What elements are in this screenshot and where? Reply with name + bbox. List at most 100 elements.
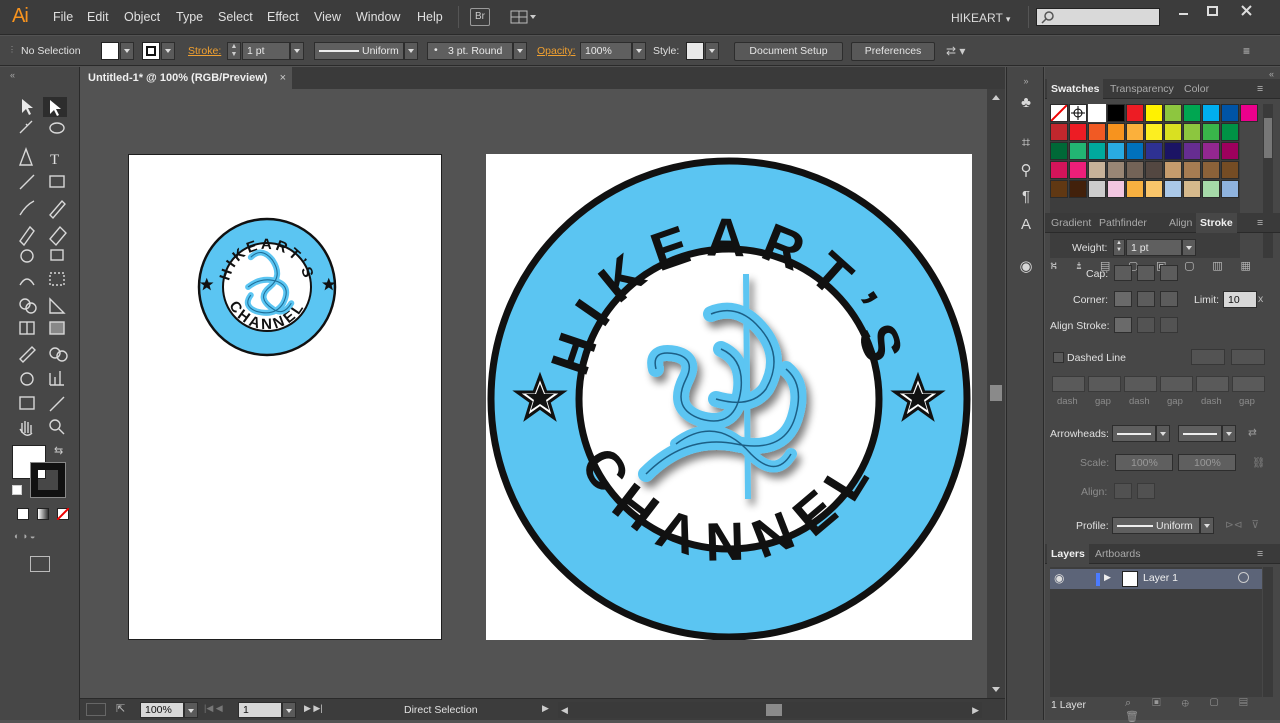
color-swatch[interactable]: [1164, 161, 1182, 179]
symbols-icon[interactable]: ♣: [1016, 93, 1036, 113]
artboard-2[interactable]: HIKEART’S CHANNEL: [486, 154, 972, 641]
share-icon[interactable]: ⇱: [116, 702, 125, 715]
color-swatch[interactable]: [1183, 123, 1201, 141]
dash-input-1[interactable]: [1052, 376, 1085, 392]
transform-icon[interactable]: ⌗: [1016, 133, 1036, 153]
stroke-menu-icon[interactable]: ≡: [1253, 213, 1267, 233]
color-swatch[interactable]: [1050, 123, 1068, 141]
menu-view[interactable]: View: [314, 10, 341, 24]
stroke-color-box[interactable]: [30, 462, 66, 498]
color-swatch[interactable]: [1164, 123, 1182, 141]
color-swatch[interactable]: [1107, 180, 1125, 198]
dash-preserve-button[interactable]: [1191, 349, 1225, 365]
color-swatch[interactable]: [1088, 161, 1106, 179]
swatch-scrollbar[interactable]: [1263, 104, 1273, 258]
color-swatch[interactable]: [1088, 104, 1106, 122]
artboard-dropdown[interactable]: [282, 702, 296, 718]
color-swatch[interactable]: [1050, 180, 1068, 198]
color-swatch[interactable]: [1145, 104, 1163, 122]
panel-menu-icon[interactable]: ≡: [1243, 44, 1250, 58]
character-icon[interactable]: A: [1016, 215, 1036, 235]
fill-dropdown[interactable]: [120, 42, 134, 60]
opacity-input[interactable]: 100%: [580, 42, 632, 60]
gradient-mode-icon[interactable]: [37, 508, 49, 520]
color-swatch[interactable]: [1126, 180, 1144, 198]
tab-stroke[interactable]: Stroke: [1196, 213, 1237, 233]
opacity-dropdown[interactable]: [632, 42, 646, 60]
next-artboard-icon[interactable]: ▶ ▶|: [304, 703, 323, 714]
align-outside-button[interactable]: [1160, 317, 1178, 333]
zoom-dropdown[interactable]: [184, 702, 198, 718]
menu-object[interactable]: Object: [124, 10, 160, 24]
arrange-icon[interactable]: ⇄ ▾: [946, 44, 965, 58]
color-swatch[interactable]: [1183, 104, 1201, 122]
tab-swatches[interactable]: Swatches: [1047, 79, 1104, 99]
end-arrowhead[interactable]: [1178, 425, 1222, 442]
color-swatch[interactable]: [1202, 180, 1220, 198]
color-swatch[interactable]: [1221, 104, 1239, 122]
layers-scrollbar[interactable]: [1263, 567, 1273, 697]
close-tab-icon[interactable]: ×: [280, 67, 286, 89]
opacity-label[interactable]: Opacity:: [537, 45, 576, 57]
start-arrowhead-dropdown[interactable]: [1156, 425, 1170, 442]
color-swatch[interactable]: [1088, 180, 1106, 198]
swatches-menu-icon[interactable]: ≡: [1253, 79, 1267, 99]
swap-fill-stroke-icon[interactable]: ⇆: [54, 444, 63, 457]
color-swatch[interactable]: [1202, 142, 1220, 160]
weight-input[interactable]: 1 pt: [1126, 239, 1182, 256]
color-swatch[interactable]: [1107, 123, 1125, 141]
variable-width-profile[interactable]: Uniform: [314, 42, 404, 60]
default-colors-icon[interactable]: [12, 485, 22, 495]
color-swatch[interactable]: [1107, 142, 1125, 160]
profile-dropdown-panel[interactable]: [1200, 517, 1214, 534]
flip-profile-icons[interactable]: ⊳⊲ ⊽: [1225, 519, 1259, 531]
document-tab[interactable]: Untitled-1* @ 100% (RGB/Preview) ×: [80, 67, 292, 89]
color-swatch[interactable]: [1145, 180, 1163, 198]
document-setup-button[interactable]: Document Setup: [734, 42, 843, 61]
maximize-button[interactable]: [1198, 3, 1228, 19]
swap-arrowheads-icon[interactable]: ⇄: [1248, 427, 1257, 439]
gap-input-3[interactable]: [1232, 376, 1265, 392]
color-swatch[interactable]: [1202, 161, 1220, 179]
gap-input-1[interactable]: [1088, 376, 1121, 392]
search-input[interactable]: [1036, 8, 1160, 26]
arrange-documents-button[interactable]: [510, 9, 538, 25]
stroke-swatch[interactable]: [142, 42, 160, 60]
color-swatch[interactable]: [1126, 104, 1144, 122]
color-swatch[interactable]: [1088, 123, 1106, 141]
graphic-style-swatch[interactable]: [686, 42, 704, 60]
tab-pathfinder[interactable]: Pathfinder: [1095, 213, 1151, 233]
expand-layer-icon[interactable]: ▶: [1104, 572, 1111, 583]
bridge-button[interactable]: Br: [470, 8, 490, 26]
color-swatch[interactable]: [1126, 161, 1144, 179]
color-swatch[interactable]: [1126, 142, 1144, 160]
link-scale-icon[interactable]: ⛓: [1252, 456, 1265, 469]
menu-effect[interactable]: Effect: [267, 10, 299, 24]
color-swatch[interactable]: [1145, 142, 1163, 160]
stroke-weight-stepper[interactable]: ▲ ▼: [227, 42, 241, 60]
color-swatch[interactable]: [1183, 180, 1201, 198]
color-swatch[interactable]: [1202, 104, 1220, 122]
layer-row[interactable]: ◉ ▶ Layer 1: [1050, 569, 1262, 589]
dash-input-2[interactable]: [1124, 376, 1157, 392]
limit-input[interactable]: 10: [1223, 291, 1257, 308]
tab-gradient[interactable]: Gradient: [1047, 213, 1095, 233]
start-arrowhead[interactable]: [1112, 425, 1156, 442]
color-mode-icon[interactable]: [17, 508, 29, 520]
scale-end-input[interactable]: 100%: [1178, 454, 1236, 471]
color-swatch[interactable]: [1107, 161, 1125, 179]
tab-color[interactable]: Color: [1180, 79, 1213, 99]
appearance-icon[interactable]: ◉: [1016, 257, 1036, 277]
screen-mode-icon[interactable]: [30, 556, 50, 572]
arrow-align-outside-button[interactable]: [1137, 483, 1155, 499]
round-join-button[interactable]: [1137, 291, 1155, 307]
stroke-label[interactable]: Stroke:: [188, 45, 221, 57]
large-logo[interactable]: HIKEART’S CHANNEL: [486, 154, 972, 641]
layer-target-icon[interactable]: [1238, 572, 1249, 583]
none-mode-icon[interactable]: [57, 508, 69, 520]
visibility-eye-icon[interactable]: ◉: [1054, 571, 1064, 585]
expand-panels-icon[interactable]: »: [1016, 71, 1036, 91]
small-logo[interactable]: HIKEART’S CHANNEL: [129, 155, 443, 641]
layers-footer-buttons[interactable]: ⌕ ▣ ⊕ ▢ ▤ 🗑: [1125, 697, 1280, 723]
weight-dropdown[interactable]: [1182, 239, 1196, 256]
